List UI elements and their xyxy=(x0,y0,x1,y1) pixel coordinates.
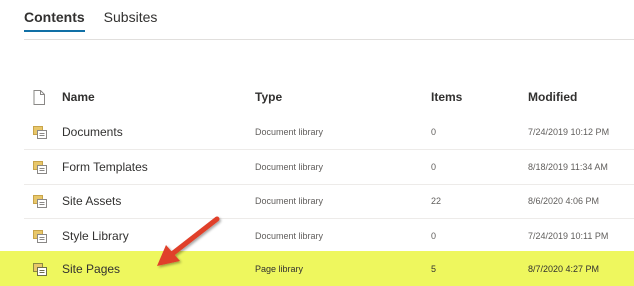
list-item-count: 5 xyxy=(431,263,437,274)
list-modified: 7/24/2019 10:11 PM xyxy=(528,231,609,241)
list-type: Page library xyxy=(255,263,304,274)
tab-subsites[interactable]: Subsites xyxy=(104,0,158,40)
list-type: Document library xyxy=(255,162,324,172)
table-row[interactable]: Site Assets Document library 22 8/6/2020… xyxy=(24,184,634,219)
list-type: Document library xyxy=(255,127,324,137)
list-modified: 8/18/2019 11:34 AM xyxy=(528,162,608,172)
list-modified: 7/24/2019 10:12 PM xyxy=(528,127,610,137)
list-name-link[interactable]: Form Templates xyxy=(62,150,148,184)
tab-contents[interactable]: Contents xyxy=(24,0,85,40)
library-icon xyxy=(33,115,49,149)
list-item-count: 22 xyxy=(431,196,442,206)
list-name-link[interactable]: Style Library xyxy=(62,219,129,253)
list-type: Document library xyxy=(255,196,324,206)
library-icon xyxy=(33,251,49,286)
tab-bar: Contents Subsites xyxy=(24,0,176,40)
list-name-link[interactable]: Site Pages xyxy=(62,251,120,286)
table-row[interactable]: Form Templates Document library 0 8/18/2… xyxy=(24,150,634,185)
list-modified: 8/6/2020 4:06 PM xyxy=(528,196,600,206)
list-name-link[interactable]: Site Assets xyxy=(62,184,121,218)
column-header-modified[interactable]: Modified xyxy=(528,80,577,114)
table-row[interactable]: Style Library Document library 0 7/24/20… xyxy=(24,219,634,254)
table-row[interactable]: Documents Document library 0 7/24/2019 1… xyxy=(24,115,634,150)
library-icon xyxy=(33,219,49,253)
list-item-count: 0 xyxy=(431,231,437,241)
table-row-highlighted[interactable]: Site Pages Page library 5 8/7/2020 4:27 … xyxy=(0,251,634,286)
list-modified: 8/7/2020 4:27 PM xyxy=(528,263,600,274)
list-type: Document library xyxy=(255,231,324,241)
list-item-count: 0 xyxy=(431,162,437,172)
list-name-link[interactable]: Documents xyxy=(62,115,123,149)
library-icon xyxy=(33,150,49,184)
column-header-type[interactable]: Type xyxy=(255,80,282,114)
table-header: Name Type Items Modified xyxy=(24,80,634,114)
list-item-count: 0 xyxy=(431,127,437,137)
library-icon xyxy=(33,184,49,218)
column-header-items[interactable]: Items xyxy=(431,80,462,114)
column-header-name[interactable]: Name xyxy=(62,80,95,114)
document-icon[interactable] xyxy=(33,80,49,114)
tab-divider xyxy=(24,39,634,40)
